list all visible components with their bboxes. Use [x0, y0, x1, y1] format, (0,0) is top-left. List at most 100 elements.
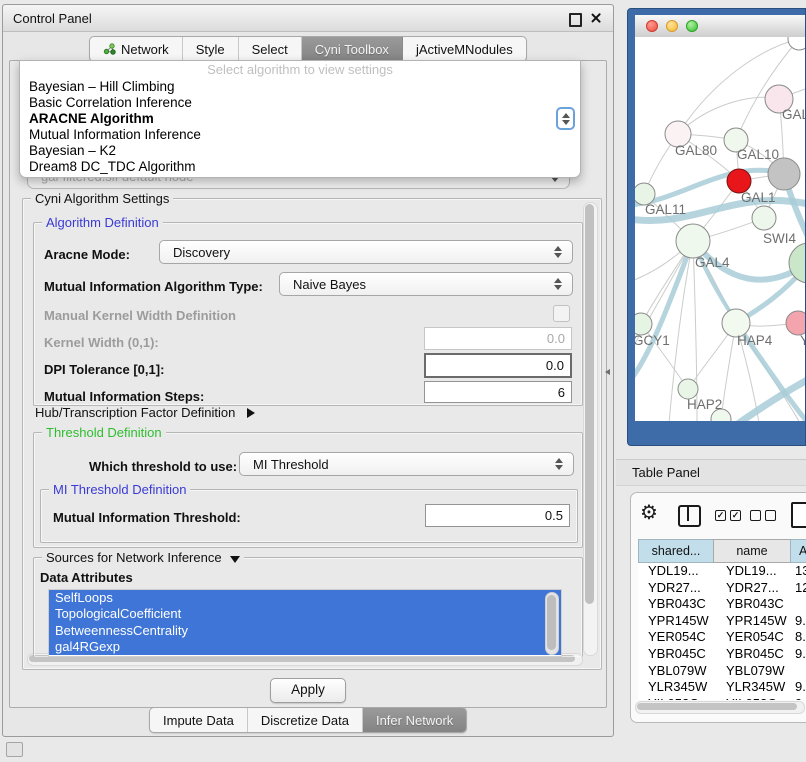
deselect-all-icon[interactable]: [750, 510, 776, 521]
table-horizontal-scrollbar-thumb[interactable]: [637, 703, 797, 710]
cell-shared-name: YPR145W: [638, 613, 714, 630]
float-icon[interactable]: [569, 13, 582, 27]
algorithm-combobox-button[interactable]: [556, 107, 575, 130]
collapsed-arrow-icon[interactable]: [247, 408, 255, 418]
mi-steps-field[interactable]: 6: [424, 381, 572, 403]
node-label-y-partial: Y: [800, 333, 805, 348]
node-swi4[interactable]: [752, 206, 776, 230]
node-label-hap2: HAP2: [687, 397, 722, 412]
network-view-inner: GAL GAL80 GAL10 GAL1 GAL11 SWI4 GAL4 GCY…: [635, 15, 805, 421]
popup-item-aracne[interactable]: ARACNE Algorithm: [20, 111, 580, 127]
tab-select[interactable]: Select: [239, 37, 302, 61]
control-panel-window: Control Panel Network Style Select Cyni …: [2, 4, 614, 737]
tab-discretize-data[interactable]: Discretize Data: [248, 708, 363, 732]
list-item-topologicalcoefficient[interactable]: TopologicalCoefficient: [49, 606, 561, 622]
attributes-scrollbar-thumb[interactable]: [547, 595, 556, 650]
splitter-arrow-icon[interactable]: [605, 369, 610, 375]
table-row[interactable]: YBL079W YBL079W: [638, 663, 806, 680]
file-icon[interactable]: [791, 502, 806, 528]
node-partial-right[interactable]: [789, 243, 805, 283]
tab-jactivemnodules[interactable]: jActiveMNodules: [403, 37, 526, 61]
expanded-arrow-icon[interactable]: [230, 556, 240, 563]
gear-icon[interactable]: ⚙: [640, 501, 658, 525]
network-graph: GAL GAL80 GAL10 GAL1 GAL11 SWI4 GAL4 GCY…: [635, 37, 805, 421]
tab-cyni-toolbox[interactable]: Cyni Toolbox: [302, 37, 403, 61]
table-row[interactable]: YBR043C YBR043C: [638, 596, 806, 613]
column-header-partial[interactable]: A: [790, 539, 806, 563]
aracne-mode-combobox[interactable]: Discovery: [159, 240, 573, 264]
node-y-partial[interactable]: [786, 311, 805, 335]
mi-threshold-field[interactable]: 0.5: [425, 504, 570, 527]
cell-name: YDR27...: [714, 580, 790, 597]
cell-name: YER054C: [714, 629, 790, 646]
mi-type-combobox[interactable]: Naive Bayes: [279, 272, 573, 296]
node-label-gal11: GAL11: [645, 202, 686, 217]
table-row[interactable]: YIL052C YIL052C 9.: [638, 696, 806, 700]
cell-shared-name: YLR345W: [638, 679, 714, 696]
node-label-hap4: HAP4: [737, 333, 773, 348]
network-window-titlebar[interactable]: [635, 15, 805, 38]
algorithm-placeholder: Select algorithm to view settings: [20, 61, 580, 79]
tab-label: Network: [121, 38, 169, 61]
node-hap2[interactable]: [678, 379, 698, 399]
mi-steps-label: Mutual Information Steps:: [44, 389, 204, 404]
popup-item-basic-correlation[interactable]: Basic Correlation Inference: [20, 95, 580, 111]
bottom-tabbar: Impute Data Discretize Data Infer Networ…: [149, 707, 467, 733]
close-icon[interactable]: [590, 12, 602, 24]
zoom-traffic-light-icon[interactable]: [686, 20, 698, 32]
popup-item-mutual-information[interactable]: Mutual Information Inference: [20, 127, 580, 143]
mi-type-label: Mutual Information Algorithm Type:: [44, 279, 263, 294]
tab-impute-data[interactable]: Impute Data: [150, 708, 248, 732]
cell-name: YPR145W: [714, 613, 790, 630]
list-item-selfloops[interactable]: SelfLoops: [49, 590, 561, 606]
column-header-name[interactable]: name: [713, 539, 791, 563]
table-row[interactable]: YDR27... YDR27... 12: [638, 580, 806, 597]
attributes-scrollbar[interactable]: [545, 592, 559, 655]
list-item-betweennesscentrality[interactable]: BetweennessCentrality: [49, 623, 561, 639]
tab-label: jActiveMNodules: [416, 38, 513, 61]
node-gcy1[interactable]: [635, 313, 652, 335]
manual-kernel-checkbox[interactable]: [553, 305, 570, 322]
node-gal4[interactable]: [676, 224, 710, 258]
apply-button[interactable]: Apply: [270, 678, 346, 703]
tab-infer-network[interactable]: Infer Network: [363, 708, 466, 732]
table-row[interactable]: YLR345W YLR345W 9.: [638, 679, 806, 696]
select-all-icon[interactable]: ✓ ✓: [715, 510, 741, 521]
table-header-row: shared... name A: [638, 539, 806, 563]
node-label-gal-partial: GAL: [782, 107, 805, 122]
table-horizontal-scrollbar[interactable]: [635, 701, 805, 714]
popup-item-bayesian-k2[interactable]: Bayesian – K2: [20, 143, 580, 159]
hub-definition-section[interactable]: Hub/Transcription Factor Definition: [35, 405, 255, 420]
tab-network[interactable]: Network: [90, 37, 183, 61]
cell-name: YIL052C: [714, 696, 790, 700]
table-row[interactable]: YDL19... YDL19... 13: [638, 563, 806, 580]
table-row[interactable]: YBR045C YBR045C 9.: [638, 646, 806, 663]
settings-vertical-scrollbar-thumb[interactable]: [585, 204, 594, 604]
kernel-width-field[interactable]: 0.0: [424, 327, 572, 350]
table-row[interactable]: YPR145W YPR145W 9.: [638, 613, 806, 630]
cell-shared-name: YBR043C: [638, 596, 714, 613]
cell-value: 8.: [790, 629, 806, 646]
network-canvas[interactable]: GAL GAL80 GAL10 GAL1 GAL11 SWI4 GAL4 GCY…: [635, 37, 805, 421]
minimize-traffic-light-icon[interactable]: [666, 20, 678, 32]
close-traffic-light-icon[interactable]: [646, 20, 658, 32]
cell-name: YBR045C: [714, 646, 790, 663]
which-threshold-combobox[interactable]: MI Threshold: [239, 452, 574, 476]
column-header-shared-name[interactable]: shared...: [638, 539, 714, 563]
node-partial-top[interactable]: [788, 37, 805, 50]
tab-style[interactable]: Style: [183, 37, 239, 61]
columns-icon[interactable]: [678, 505, 701, 527]
combobox-arrows-icon: [554, 278, 563, 290]
dpi-tolerance-field[interactable]: 0.0: [424, 353, 572, 378]
popup-item-dream8[interactable]: Dream8 DC_TDC Algorithm: [20, 159, 580, 175]
threshold-definition-title: Threshold Definition: [42, 425, 166, 440]
algorithm-definition-title: Algorithm Definition: [42, 215, 163, 230]
minimized-panel-icon[interactable]: [6, 742, 23, 757]
node-gray[interactable]: [768, 158, 800, 190]
tab-label: Select: [252, 38, 288, 61]
cell-name: YLR345W: [714, 679, 790, 696]
popup-item-bayesian-hill-climbing[interactable]: Bayesian – Hill Climbing: [20, 79, 580, 95]
list-item-gal4rgexp[interactable]: gal4RGexp: [49, 639, 561, 655]
settings-vertical-scrollbar[interactable]: [583, 202, 598, 656]
table-row[interactable]: YER054C YER054C 8.: [638, 629, 806, 646]
